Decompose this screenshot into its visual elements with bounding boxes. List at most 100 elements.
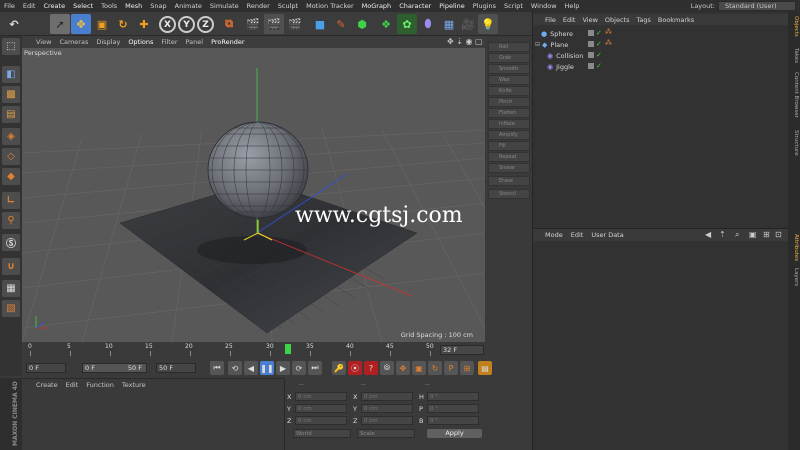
array-icon[interactable]: ❖: [376, 14, 396, 34]
polygons-mode-icon[interactable]: ◆: [2, 168, 20, 185]
pen-spline-icon[interactable]: ✎: [331, 14, 351, 34]
visibility-toggle[interactable]: [588, 30, 594, 36]
tab-structure[interactable]: Structure: [789, 130, 799, 156]
size-y-field[interactable]: 0 cm: [361, 404, 413, 413]
key-rotation-icon[interactable]: ↻: [428, 361, 442, 375]
menu-help[interactable]: Help: [565, 2, 580, 10]
workplane-lock-icon[interactable]: ▦: [2, 280, 20, 297]
enabled-check-icon[interactable]: ✓: [596, 40, 602, 48]
brush-erase[interactable]: Erase: [488, 176, 530, 186]
enabled-check-icon[interactable]: ✓: [596, 62, 602, 70]
scale-icon[interactable]: ▣: [92, 14, 112, 34]
key-position-icon[interactable]: ✥: [396, 361, 410, 375]
light-icon[interactable]: 💡: [478, 14, 498, 34]
floor-icon[interactable]: ▦: [439, 14, 459, 34]
timeline-playhead[interactable]: [285, 344, 291, 354]
enabled-check-icon[interactable]: ✓: [596, 29, 602, 37]
objects-menu-objects[interactable]: Objects: [605, 16, 630, 24]
attributes-menu-user-data[interactable]: User Data: [591, 231, 623, 239]
tag-icon[interactable]: ⁂: [605, 28, 612, 36]
objects-menu-tags[interactable]: Tags: [636, 16, 650, 24]
viewport-menu-filter[interactable]: Filter: [161, 38, 177, 46]
rotate-icon[interactable]: ↻: [113, 14, 133, 34]
live-select-icon[interactable]: ➚: [50, 14, 70, 34]
material-menu-edit[interactable]: Edit: [66, 381, 79, 389]
tab-objects[interactable]: Objects: [789, 16, 799, 37]
enable-axis-icon[interactable]: ∟: [2, 192, 20, 209]
step-forward-icon[interactable]: ⟳: [292, 361, 306, 375]
objects-menu-file[interactable]: File: [545, 16, 556, 24]
pause-icon[interactable]: ❚❚: [260, 361, 274, 375]
brush-flatten[interactable]: Flatten: [488, 108, 530, 118]
points-mode-icon[interactable]: ◈: [2, 128, 20, 145]
menu-sculpt[interactable]: Sculpt: [278, 2, 298, 10]
attributes-menu-mode[interactable]: Mode: [545, 231, 563, 239]
cube-icon[interactable]: ■: [310, 14, 330, 34]
up-arrow-icon[interactable]: ⇡: [719, 230, 726, 239]
layout-dropdown[interactable]: Standard (User): [718, 1, 796, 11]
brush-smooth[interactable]: Smooth: [488, 64, 530, 74]
render-view-icon[interactable]: 🎬: [243, 14, 263, 34]
viewport-menu-options[interactable]: Options: [128, 38, 153, 46]
next-frame-icon[interactable]: ▶: [276, 361, 290, 375]
make-editable-icon[interactable]: ⬚: [2, 38, 20, 55]
viewport-menu-prorender[interactable]: ProRender: [211, 38, 244, 46]
go-to-end-icon[interactable]: ⏭: [308, 361, 322, 375]
step-back-icon[interactable]: ⟲: [228, 361, 242, 375]
object-row-jiggle[interactable]: ◉ Jiggle ✓: [533, 61, 789, 72]
tweak-icon[interactable]: ⚲: [2, 212, 20, 229]
edges-mode-icon[interactable]: ◇: [2, 148, 20, 165]
enabled-check-icon[interactable]: ✓: [596, 51, 602, 59]
timeline-window-icon[interactable]: ▤: [478, 361, 492, 375]
viewport-menu-panel[interactable]: Panel: [186, 38, 204, 46]
menu-animate[interactable]: Animate: [175, 2, 202, 10]
new-attribute-window-icon[interactable]: ⊞: [763, 230, 770, 239]
timeline-ruler[interactable]: 0 5 10 15 20 25 30 35 40 45 50: [22, 342, 485, 358]
menu-window[interactable]: Window: [531, 2, 557, 10]
size-z-field[interactable]: 0 cm: [361, 416, 413, 425]
menu-plugins[interactable]: Plugins: [473, 2, 496, 10]
expand-icon[interactable]: ⊡: [775, 230, 782, 239]
y-axis-toggle[interactable]: Y: [178, 16, 195, 33]
brush-pinch[interactable]: Pinch: [488, 97, 530, 107]
brush-amplify[interactable]: Amplify: [488, 130, 530, 140]
key-scale-icon[interactable]: ▣: [412, 361, 426, 375]
menu-script[interactable]: Script: [504, 2, 523, 10]
workplane-icon[interactable]: ▤: [2, 106, 20, 123]
size-x-field[interactable]: 0 cm: [361, 392, 413, 401]
x-axis-toggle[interactable]: X: [159, 16, 176, 33]
pos-x-field[interactable]: 0 cm: [295, 392, 347, 401]
object-row-sphere[interactable]: ● Sphere ✓ ⁂: [533, 28, 789, 39]
current-frame-field[interactable]: 32 F: [440, 345, 484, 355]
tag-icon[interactable]: ⁂: [605, 39, 612, 47]
brush-smear[interactable]: Smear: [488, 163, 530, 173]
scale-mode-dropdown[interactable]: Scale: [357, 429, 415, 438]
visibility-toggle[interactable]: [588, 52, 594, 58]
collapse-icon[interactable]: ⊟: [535, 41, 540, 48]
visibility-toggle[interactable]: [588, 41, 594, 47]
render-picture-viewer-icon[interactable]: 🎬: [264, 14, 284, 34]
pos-z-field[interactable]: 0 cm: [295, 416, 347, 425]
viewport-menu-display[interactable]: Display: [96, 38, 120, 46]
coordinate-system-dropdown[interactable]: World: [293, 429, 351, 438]
record-active-icon[interactable]: ⦿: [348, 361, 362, 375]
brush-stencil[interactable]: Stencil: [488, 189, 530, 199]
objects-menu-view[interactable]: View: [582, 16, 597, 24]
attributes-menu-edit[interactable]: Edit: [571, 231, 584, 239]
viewport-menu-view[interactable]: View: [36, 38, 51, 46]
deformer-icon[interactable]: ⬮: [418, 14, 438, 34]
tab-layers[interactable]: Layers: [789, 268, 799, 286]
undo-icon[interactable]: ↶: [4, 14, 24, 34]
tab-attributes[interactable]: Attributes: [789, 234, 799, 261]
search-icon[interactable]: ⌕: [735, 230, 739, 240]
tab-content-browser[interactable]: Content Browser: [789, 72, 799, 118]
magnet-icon[interactable]: ∪: [2, 258, 20, 275]
preview-range-slider[interactable]: 0 F 50 F: [82, 363, 147, 373]
objects-menu-edit[interactable]: Edit: [563, 16, 576, 24]
tab-takes[interactable]: Takes: [789, 48, 799, 63]
brush-wax[interactable]: Wax: [488, 75, 530, 85]
start-frame-field[interactable]: 0 F: [26, 363, 66, 373]
menu-select[interactable]: Select: [73, 2, 93, 10]
menu-edit[interactable]: Edit: [23, 2, 36, 10]
go-to-start-icon[interactable]: ⏮: [210, 361, 224, 375]
